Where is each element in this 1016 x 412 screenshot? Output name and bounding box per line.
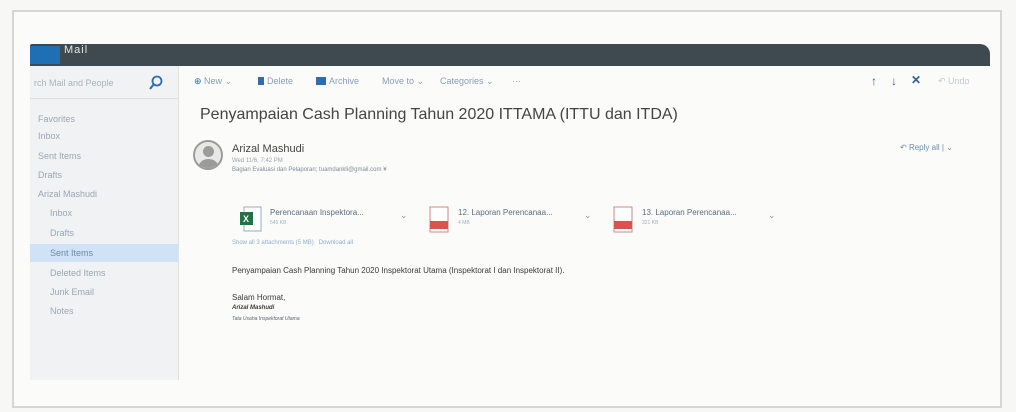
attachment-name: Perencanaan Inspektora...: [270, 208, 364, 217]
attachment-menu-chevron-icon[interactable]: ⌄: [584, 210, 592, 221]
recipients: Bagian Evaluasi dan Pelaporan; tuamdankl…: [232, 167, 387, 173]
chevron-down-icon: ⌄: [414, 76, 425, 86]
delete-button-label: Delete: [267, 76, 294, 86]
nav-account-header[interactable]: Arizal Mashudi: [30, 185, 178, 203]
plus-icon: ⊕: [194, 76, 205, 86]
down-arrow-icon[interactable]: ↓: [891, 74, 897, 88]
avatar-head: [203, 146, 214, 157]
archive-button[interactable]: Archive: [316, 76, 359, 86]
nav-fav-drafts[interactable]: Drafts: [30, 166, 178, 184]
search-box[interactable]: rch Mail and People: [30, 70, 178, 99]
search-placeholder: rch Mail and People: [34, 78, 114, 88]
nav-fav-sent-items[interactable]: Sent Items: [30, 147, 178, 165]
nav-notes[interactable]: Notes: [30, 302, 178, 320]
nav-junk-email[interactable]: Junk Email: [30, 283, 178, 301]
undo-icon: ↶: [938, 76, 949, 86]
greeting-text: Salam Hormat,: [232, 293, 286, 302]
trash-icon: [258, 77, 264, 85]
screenshot-photo: Mail rch Mail and People Favorites Inbox…: [0, 0, 1016, 412]
command-bar: ⊕ New ⌄ Delete Archive Move to ⌄ Categor…: [178, 66, 990, 96]
folder-sidebar: rch Mail and People Favorites Inbox Sent…: [30, 66, 179, 380]
nav-drafts[interactable]: Drafts: [30, 224, 178, 242]
message-subject: Penyampaian Cash Planning Tahun 2020 ITT…: [200, 106, 678, 123]
app-title: Mail: [64, 44, 89, 56]
nav-fav-inbox[interactable]: Inbox: [30, 127, 178, 145]
nav-favorites-header[interactable]: Favorites: [30, 110, 178, 128]
reply-all-button[interactable]: ↶ Reply all | ⌄: [900, 143, 953, 152]
attachment-size: 4 MB: [458, 220, 470, 226]
move-to-button[interactable]: Move to ⌄: [382, 76, 424, 87]
reply-options-chevron-icon[interactable]: | ⌄: [940, 143, 953, 152]
categories-button[interactable]: Categories ⌄: [440, 76, 494, 87]
attachment-card[interactable]: 12. Laporan Perencanaa... 4 MB ⌄: [428, 204, 603, 236]
message-date: Wed 11/6, 7:42 PM: [232, 158, 283, 164]
undo-label: Undo: [948, 76, 970, 86]
attachments-links: Show all 3 attachments (5 MB) Download a…: [232, 240, 353, 246]
delete-button[interactable]: Delete: [258, 76, 293, 86]
chevron-down-icon: ⌄: [483, 76, 494, 86]
app-launcher-button[interactable]: [30, 46, 60, 64]
nav-deleted-items[interactable]: Deleted Items: [30, 264, 178, 282]
pdf-file-icon: [429, 206, 449, 233]
signature-name: Arizal Mashudi: [232, 305, 275, 311]
attachment-menu-chevron-icon[interactable]: ⌄: [400, 210, 408, 221]
signature-title: Tata Usaha Inspektorat Utama: [232, 316, 300, 322]
up-arrow-icon[interactable]: ↑: [871, 74, 877, 88]
new-button[interactable]: ⊕ New ⌄: [194, 76, 232, 87]
close-icon[interactable]: ✕: [911, 73, 921, 87]
attachment-size: 545 KB: [270, 220, 287, 226]
attachment-name: 13. Laporan Perencanaa...: [642, 208, 737, 217]
message-body-text: Penyampaian Cash Planning Tahun 2020 Ins…: [232, 266, 565, 275]
attachment-name: 12. Laporan Perencanaa...: [458, 208, 553, 217]
attachment-menu-chevron-icon[interactable]: ⌄: [768, 210, 776, 221]
reply-all-icon: ↶: [900, 143, 909, 152]
svg-text:X: X: [243, 214, 249, 224]
recipients-text: Bagian Evaluasi dan Pelaporan; tuamdankl…: [232, 167, 382, 173]
chevron-down-icon: ⌄: [222, 76, 233, 86]
show-all-attachments-link[interactable]: Show all 3 attachments (5 MB): [232, 240, 314, 246]
excel-file-icon: X: [240, 206, 262, 232]
new-button-label: New: [204, 76, 223, 86]
categories-label: Categories: [440, 76, 484, 86]
undo-button[interactable]: ↶ Undo: [938, 76, 970, 87]
pdf-file-icon: [613, 206, 633, 233]
avatar: [193, 140, 223, 170]
move-to-label: Move to: [382, 76, 415, 86]
more-button[interactable]: ···: [512, 76, 521, 86]
search-icon[interactable]: [148, 75, 164, 91]
archive-button-label: Archive: [329, 76, 360, 86]
attachment-card[interactable]: X Perencanaan Inspektora... 545 KB ⌄: [240, 204, 415, 236]
reply-all-label: Reply all: [908, 143, 940, 152]
sender-name[interactable]: Arizal Mashudi: [232, 143, 304, 155]
attachment-card[interactable]: 13. Laporan Perencanaa... 321 KB ⌄: [612, 204, 787, 236]
nav-sent-items[interactable]: Sent Items: [30, 244, 178, 262]
attachment-size: 321 KB: [642, 220, 659, 226]
download-all-link[interactable]: Download all: [319, 240, 353, 246]
app-top-bar: Mail: [30, 44, 990, 66]
nav-inbox[interactable]: Inbox: [30, 204, 178, 222]
archive-icon: [316, 77, 326, 85]
expand-recipients-icon[interactable]: ¥: [383, 167, 386, 173]
